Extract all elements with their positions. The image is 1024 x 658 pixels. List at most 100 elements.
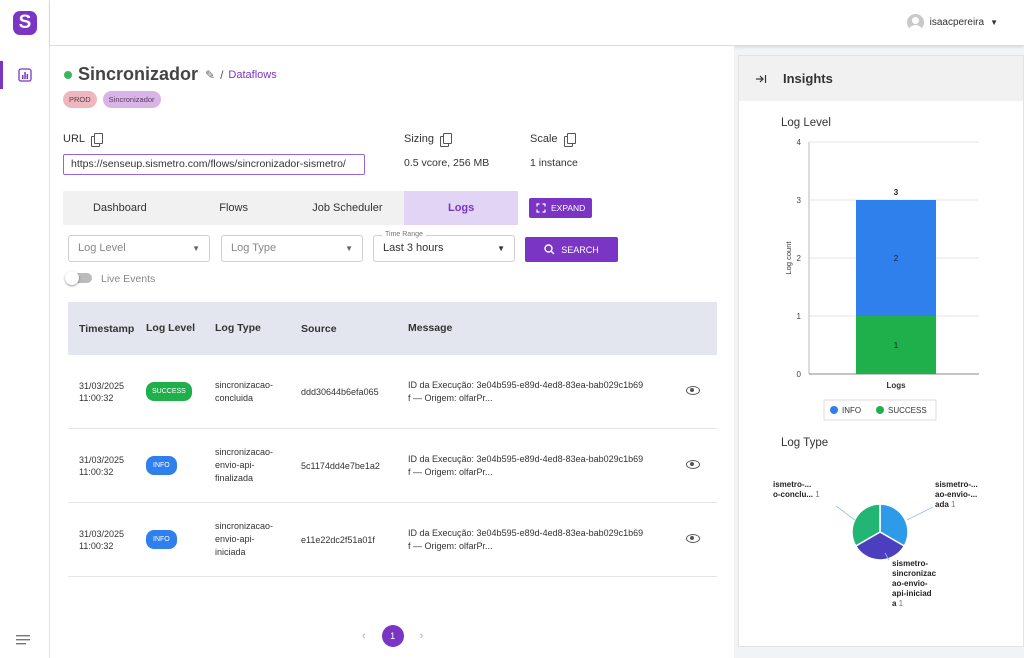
pagination: ‹ 1 › xyxy=(362,625,423,647)
search-button[interactable]: SEARCH xyxy=(525,237,618,262)
page-title: Sincronizador xyxy=(78,64,199,84)
tab-logs[interactable]: Logs xyxy=(404,191,518,225)
breadcrumb-dataflows[interactable]: Dataflows xyxy=(228,69,276,81)
time-range-label: Time Range xyxy=(382,230,426,240)
chevron-down-icon: ▼ xyxy=(990,18,998,27)
row-time: 11:00:32 xyxy=(79,466,114,477)
page-header: Sincronizador ✎ / Dataflows xyxy=(64,64,277,85)
breadcrumb-separator: / xyxy=(220,67,224,82)
table-header: Timestamp Log Level Log Type Source Mess… xyxy=(68,302,717,355)
log-type-placeholder: Log Type xyxy=(231,242,277,254)
prev-page-button[interactable]: ‹ xyxy=(362,630,366,642)
row-log-type-line: finalizada xyxy=(215,473,254,483)
y-tick-label: 1 xyxy=(797,312,802,321)
url-label-text: URL xyxy=(63,133,86,145)
row-log-type-line: concluida xyxy=(215,392,254,403)
log-level-title: Log Level xyxy=(781,117,831,129)
eye-icon[interactable] xyxy=(685,460,700,469)
insights-panel: Insights Log Level 0 1 2 3 4 Log count 1 2 3 Logs… xyxy=(738,55,1024,647)
tag-list: PROD Sincronizador xyxy=(63,91,161,108)
table-row[interactable]: 31/03/2025 11:00:32 INFO sincronizacao-en… xyxy=(68,503,717,577)
row-date: 31/03/2025 xyxy=(79,454,125,465)
y-axis-label: Log count xyxy=(784,241,793,275)
time-range-value: Last 3 hours xyxy=(383,242,444,254)
tag-sincronizador: Sincronizador xyxy=(102,91,161,108)
chevron-down-icon: ▼ xyxy=(345,244,353,253)
table-row[interactable]: 31/03/2025 11:00:32 SUCCESS sincronizacao… xyxy=(68,355,717,429)
log-level-select[interactable]: Log Level ▼ xyxy=(68,235,210,262)
log-level-placeholder: Log Level xyxy=(78,242,126,254)
page-button-1[interactable]: 1 xyxy=(381,625,404,647)
pie-label: ada 1 xyxy=(935,500,956,509)
row-time: 11:00:32 xyxy=(79,540,114,551)
top-bar: isaacpereira ▼ xyxy=(50,0,1024,46)
tab-job-scheduler[interactable]: Job Scheduler xyxy=(291,191,405,225)
log-level-chart: 0 1 2 3 4 Log count 1 2 3 Logs INFO SUCCESS xyxy=(784,138,979,421)
pie-label: o-conclu... 1 xyxy=(773,490,820,499)
sizing-label: Sizing xyxy=(404,133,452,147)
main-panel: Sincronizador ✎ / Dataflows PROD Sincron… xyxy=(50,46,734,658)
legend-swatch xyxy=(876,406,884,414)
pie-label: ao-envio- xyxy=(892,579,928,588)
time-range-select[interactable]: Time Range Last 3 hours ▼ xyxy=(373,230,515,262)
app-logo[interactable]: S xyxy=(13,11,37,35)
header-message: Message xyxy=(408,322,453,334)
row-message-line: ID da Execução: 3e04b595-e89d-4ed8-83ea-… xyxy=(408,379,644,390)
pie-leader xyxy=(906,506,934,521)
search-icon xyxy=(544,244,555,255)
legend-label: SUCCESS xyxy=(888,406,927,415)
log-type-chart: ismetro-...o-conclu... 1sismetro-...ao-e… xyxy=(773,480,978,608)
eye-icon[interactable] xyxy=(685,534,700,543)
status-dot xyxy=(64,70,72,79)
table-row[interactable]: 31/03/2025 11:00:32 INFO sincronizacao-en… xyxy=(68,429,717,503)
live-events-label: Live Events xyxy=(101,273,156,285)
sidebar-item-dashboard[interactable] xyxy=(0,61,50,89)
row-source: ddd30644b6efa065 xyxy=(301,386,379,397)
copy-icon[interactable] xyxy=(91,133,104,147)
pie-label: sincronizac xyxy=(892,569,937,578)
status-badge: SUCCESS xyxy=(146,382,192,401)
copy-icon[interactable] xyxy=(439,133,452,147)
pie-leader xyxy=(835,505,856,521)
tab-flows[interactable]: Flows xyxy=(177,191,291,225)
next-page-button[interactable]: › xyxy=(420,630,424,642)
row-time: 11:00:32 xyxy=(79,392,114,403)
expand-icon xyxy=(536,203,546,213)
expand-button[interactable]: EXPAND xyxy=(529,198,593,218)
scale-value: 1 instance xyxy=(530,157,578,169)
y-tick-label: 0 xyxy=(797,370,802,379)
pie-label: sismetro-... xyxy=(935,480,978,489)
data-label: 2 xyxy=(894,254,899,263)
bar-chart-icon xyxy=(18,68,32,82)
tab-bar: Dashboard Flows Job Scheduler Logs xyxy=(63,191,518,225)
y-tick-label: 4 xyxy=(797,138,802,147)
collapse-panel-icon[interactable] xyxy=(755,74,767,84)
live-events-toggle[interactable] xyxy=(65,271,92,285)
row-log-type-line: iniciada xyxy=(215,547,246,557)
user-menu[interactable]: isaacpereira ▼ xyxy=(906,14,998,31)
url-field[interactable]: https://senseup.sismetro.com/flows/sincr… xyxy=(63,154,365,175)
insights-title: Insights xyxy=(783,71,833,86)
x-tick-label: Logs xyxy=(886,381,906,390)
copy-icon[interactable] xyxy=(563,133,576,147)
pie-label: ao-envio-... xyxy=(935,490,977,499)
scale-label: Scale xyxy=(530,133,576,147)
log-type-select[interactable]: Log Type ▼ xyxy=(221,235,363,262)
pie-label: a 1 xyxy=(892,599,904,608)
edit-icon[interactable]: ✎ xyxy=(205,68,215,82)
chevron-down-icon: ▼ xyxy=(497,244,505,253)
sidebar: S xyxy=(0,0,50,658)
menu-icon[interactable] xyxy=(16,634,32,646)
legend-label: INFO xyxy=(842,406,861,415)
total-label: 3 xyxy=(894,188,899,197)
tag-prod: PROD xyxy=(63,91,97,108)
eye-icon[interactable] xyxy=(685,386,700,395)
row-message-line: ID da Execução: 3e04b595-e89d-4ed8-83ea-… xyxy=(408,527,644,538)
row-log-type-line: sincronizacao- xyxy=(215,379,274,390)
status-badge: INFO xyxy=(146,530,177,549)
row-message-line: ID da Execução: 3e04b595-e89d-4ed8-83ea-… xyxy=(408,453,644,464)
row-date: 31/03/2025 xyxy=(79,528,125,539)
pie-label: sismetro- xyxy=(892,559,928,568)
tab-dashboard[interactable]: Dashboard xyxy=(63,191,177,225)
legend-swatch xyxy=(830,406,838,414)
